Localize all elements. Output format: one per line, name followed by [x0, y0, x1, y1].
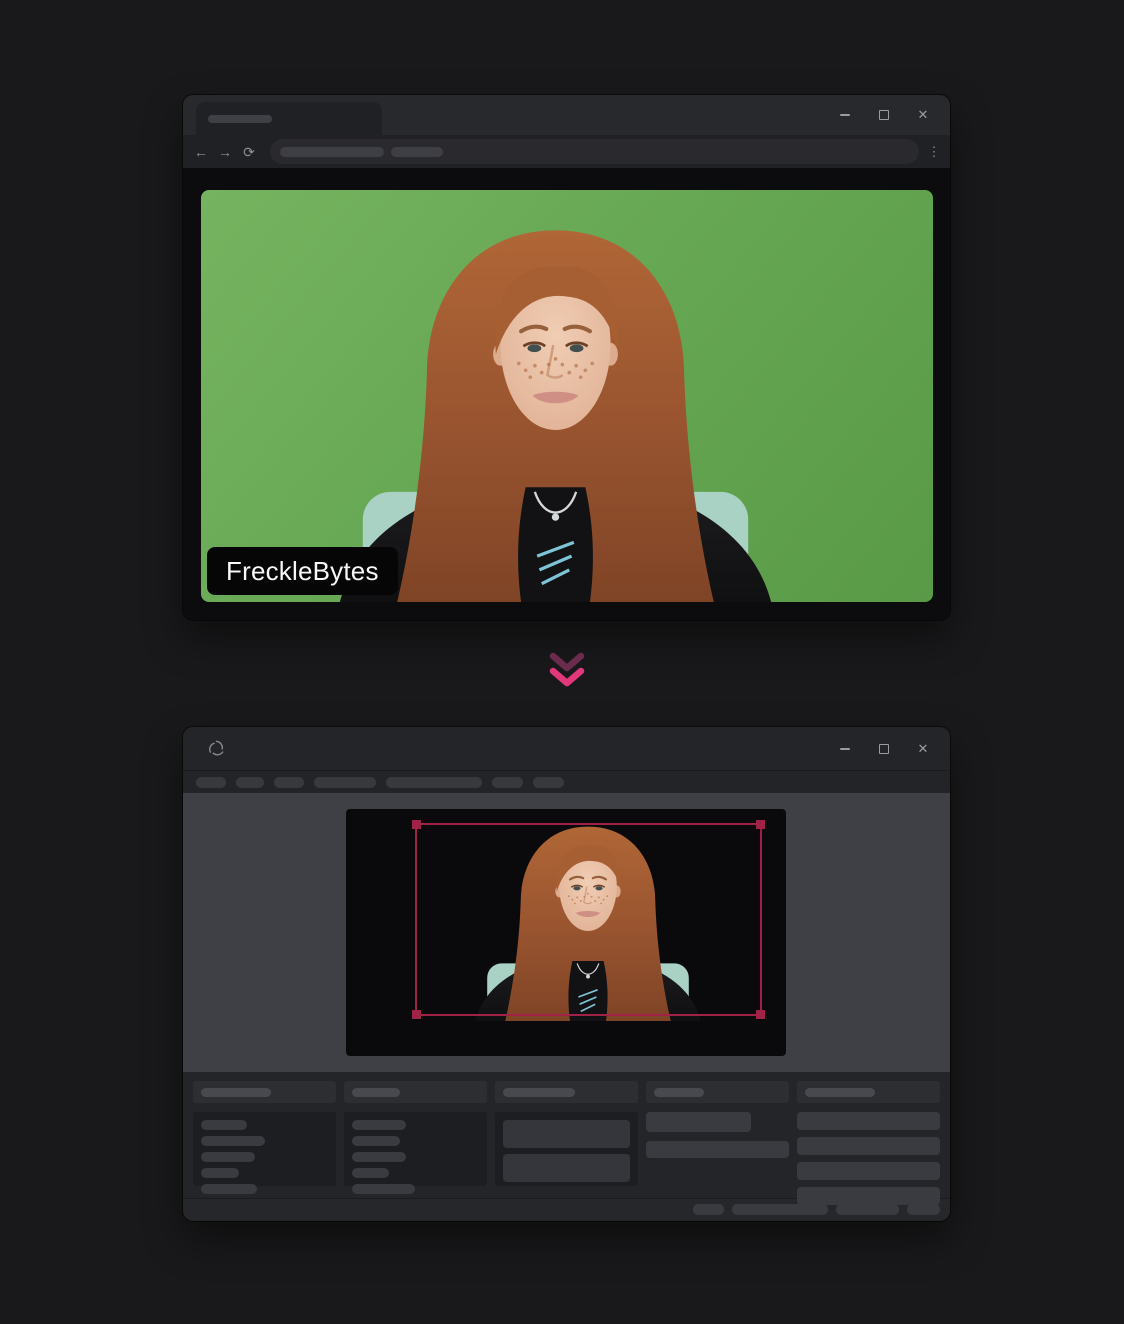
placeholder-bar [386, 777, 482, 788]
editor-window: ✕ [183, 727, 950, 1221]
crop-selection-rectangle[interactable] [415, 823, 762, 1016]
placeholder-bar [646, 1141, 789, 1158]
browser-window: ✕ ← → ⟳ ⋮ FreckleBytes [183, 95, 950, 620]
placeholder-bar [274, 777, 304, 788]
placeholder-bar [797, 1112, 940, 1130]
editor-menubar[interactable] [183, 771, 950, 793]
panel-list[interactable] [344, 1112, 487, 1186]
placeholder-bar [236, 777, 264, 788]
editor-dock [183, 1072, 950, 1198]
swirl-logo-icon [207, 739, 226, 758]
placeholder-bar [201, 1168, 239, 1178]
placeholder-bar [201, 1184, 257, 1194]
webcam-video-feed: FreckleBytes [201, 190, 933, 602]
selection-handle-bottom-right[interactable] [756, 1010, 765, 1019]
panel-header[interactable] [193, 1081, 336, 1103]
placeholder-bar [654, 1088, 704, 1097]
placeholder-bar [352, 1120, 406, 1130]
placeholder-bar [201, 1088, 271, 1097]
window-controls: ✕ [834, 727, 934, 770]
back-icon[interactable]: ← [194, 145, 208, 159]
panel-header[interactable] [797, 1081, 940, 1103]
close-icon[interactable]: ✕ [912, 738, 934, 760]
maximize-icon[interactable] [873, 738, 895, 760]
reload-icon[interactable]: ⟳ [242, 145, 256, 159]
minimize-icon[interactable] [834, 104, 856, 126]
close-icon[interactable]: ✕ [912, 104, 934, 126]
placeholder-bar [391, 147, 443, 157]
overflow-menu-icon[interactable]: ⋮ [927, 145, 941, 158]
panel-controls[interactable] [646, 1112, 789, 1186]
placeholder-bar [836, 1204, 899, 1215]
window-controls: ✕ [834, 95, 934, 135]
panel-header[interactable] [646, 1081, 789, 1103]
dock-panel-transitions [646, 1081, 789, 1189]
browser-tab[interactable] [196, 102, 382, 135]
maximize-icon[interactable] [873, 104, 895, 126]
selection-handle-bottom-left[interactable] [412, 1010, 421, 1019]
placeholder-bar [503, 1088, 575, 1097]
browser-content: FreckleBytes [183, 168, 950, 620]
dock-panel-mixer [495, 1081, 638, 1189]
woman-greenscreen-graphic [303, 212, 808, 602]
dock-panel-scenes [193, 1081, 336, 1189]
placeholder-bar [314, 777, 376, 788]
double-chevron-down-icon [549, 651, 585, 693]
placeholder-bar [797, 1187, 940, 1205]
browser-toolbar: ← → ⟳ ⋮ [183, 135, 950, 168]
placeholder-bar [280, 147, 384, 157]
placeholder-bar [797, 1162, 940, 1180]
panel-buttons[interactable] [797, 1112, 940, 1186]
panel-header[interactable] [495, 1081, 638, 1103]
placeholder-bar [196, 777, 226, 788]
panel-mixer-rows[interactable] [495, 1112, 638, 1186]
placeholder-bar [352, 1168, 389, 1178]
placeholder-bar [805, 1088, 875, 1097]
forward-icon[interactable]: → [218, 145, 232, 159]
placeholder-bar [646, 1112, 751, 1132]
placeholder-bar [693, 1204, 724, 1215]
editor-titlebar: ✕ [183, 727, 950, 771]
placeholder-bar [352, 1088, 400, 1097]
placeholder-bar [352, 1184, 415, 1194]
placeholder-bar [797, 1137, 940, 1155]
placeholder-bar [352, 1136, 400, 1146]
placeholder-bar [907, 1204, 940, 1215]
placeholder-bar [201, 1120, 247, 1130]
dock-panel-controls [797, 1081, 940, 1189]
selection-handle-top-right[interactable] [756, 820, 765, 829]
placeholder-bar [503, 1120, 630, 1148]
dock-panel-sources [344, 1081, 487, 1189]
placeholder-bar [201, 1136, 265, 1146]
browser-titlebar: ✕ [183, 95, 950, 135]
placeholder-bar [732, 1204, 828, 1215]
video-name-badge: FreckleBytes [207, 547, 398, 595]
minimize-icon[interactable] [834, 738, 856, 760]
placeholder-bar [352, 1152, 406, 1162]
page-background: ✕ ← → ⟳ ⋮ FreckleBytes [0, 0, 1124, 1324]
placeholder-bar [503, 1154, 630, 1182]
placeholder-bar [492, 777, 523, 788]
address-bar[interactable] [270, 139, 919, 164]
preview-canvas[interactable] [346, 809, 786, 1056]
tab-title-placeholder [208, 115, 272, 123]
placeholder-bar [201, 1152, 255, 1162]
editor-workspace [183, 793, 950, 1072]
placeholder-bar [533, 777, 564, 788]
panel-header[interactable] [344, 1081, 487, 1103]
panel-list[interactable] [193, 1112, 336, 1186]
selection-handle-top-left[interactable] [412, 820, 421, 829]
